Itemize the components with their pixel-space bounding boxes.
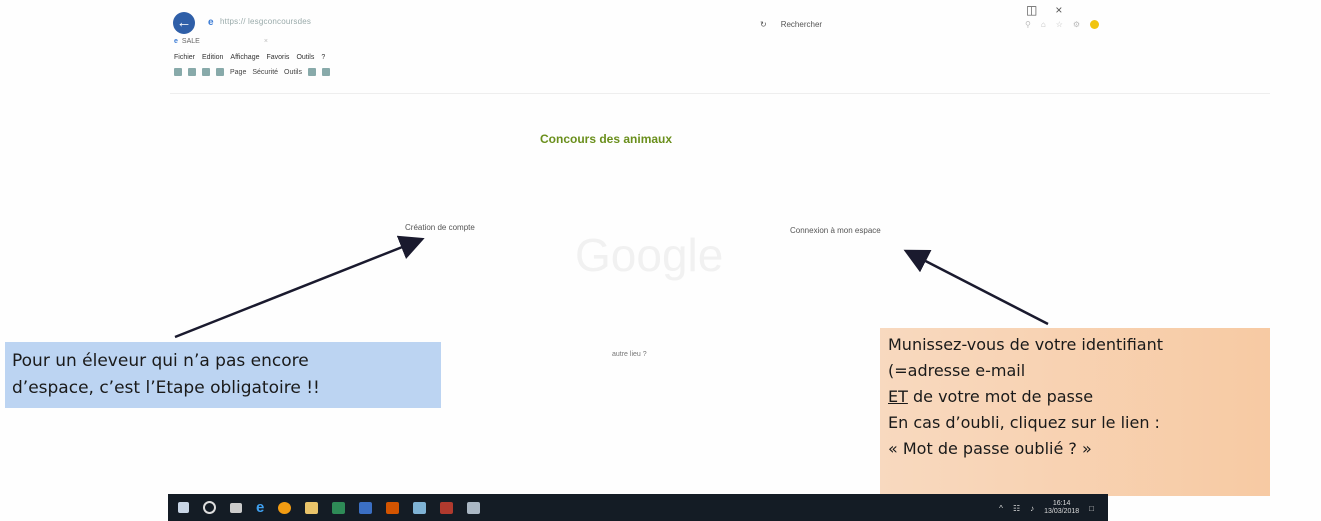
- menu-bar: Fichier Edition Affichage Favoris Outils…: [174, 54, 325, 61]
- tab-favicon-icon: e: [174, 38, 178, 45]
- tab-active[interactable]: e SALE ×: [174, 38, 268, 45]
- taskbar: e ^ ☷ ♪ 16:14 13/03/2018 □: [168, 494, 1108, 521]
- toolbar-right-icons: ⚲ ⌂ ☆ ⚙: [1025, 20, 1100, 29]
- ie-favicon-icon: e: [208, 17, 214, 28]
- arrow-right: [903, 249, 1049, 326]
- note-left-line-2: d’espace, c’est l’Etape obligatoire !!: [12, 378, 320, 398]
- internet-explorer-icon[interactable]: e: [256, 499, 264, 516]
- notifications-icon[interactable]: □: [1089, 504, 1094, 513]
- note-right-line-4: En cas d’oubli, cliquez sur le lien :: [888, 413, 1160, 432]
- note-left-box: Pour un éleveur qui n’a pas encore d’esp…: [5, 342, 441, 408]
- system-tray: ^ ☷ ♪ 16:14 13/03/2018 □: [999, 500, 1094, 516]
- note-right-line-1: Munissez-vous de votre identifiant: [888, 335, 1163, 354]
- google-watermark: Google: [575, 229, 724, 281]
- restore-icon[interactable]: ◫: [1026, 3, 1037, 17]
- browser-chrome: ← e https:// lesgconcoursdes e SALE × ↻ …: [170, 0, 1270, 100]
- menu-item-affichage[interactable]: Affichage: [230, 54, 259, 61]
- note-left-line-1: Pour un éleveur qui n’a pas encore: [12, 351, 309, 371]
- page-title: Concours des animaux: [540, 132, 673, 146]
- arrow-left: [174, 235, 425, 339]
- search-area[interactable]: ↻ Rechercher: [760, 20, 822, 29]
- menu-item-fichier[interactable]: Fichier: [174, 54, 195, 61]
- file-explorer-icon[interactable]: [305, 501, 319, 514]
- cmd-outils[interactable]: Outils: [284, 69, 302, 76]
- network-icon[interactable]: ☷: [1013, 504, 1020, 513]
- cmd-page[interactable]: Page: [230, 69, 246, 76]
- feeds-icon[interactable]: [188, 68, 196, 76]
- clock[interactable]: 16:14 13/03/2018: [1044, 500, 1079, 516]
- mail-icon[interactable]: [202, 68, 210, 76]
- tray-chevron-icon[interactable]: ^: [999, 504, 1003, 513]
- menu-item-favoris[interactable]: Favoris: [266, 54, 289, 61]
- feedback-smiley-icon[interactable]: [1090, 20, 1100, 29]
- tab-label: SALE: [181, 38, 200, 45]
- refresh-icon[interactable]: ↻: [760, 20, 767, 29]
- note-right-line-3-rest: de votre mot de passe: [907, 387, 1094, 406]
- search-icon[interactable]: ⚲: [1025, 20, 1031, 29]
- firefox-icon[interactable]: [278, 501, 292, 514]
- window-controls: ◫ ×: [1026, 3, 1062, 17]
- connect-account-link[interactable]: Connexion à mon espace: [790, 226, 881, 235]
- document-icon[interactable]: [467, 501, 481, 514]
- task-view-icon[interactable]: [230, 502, 242, 513]
- volume-icon[interactable]: ♪: [1030, 504, 1034, 513]
- word-icon[interactable]: [359, 501, 373, 514]
- command-bar: Page Sécurité Outils: [174, 68, 330, 76]
- network-app-icon[interactable]: [413, 501, 427, 514]
- search-label: Rechercher: [780, 20, 823, 29]
- address-bar[interactable]: https:// lesgconcoursdes: [220, 17, 311, 26]
- note-right-box: Munissez-vous de votre identifiant (=adr…: [880, 328, 1270, 496]
- star-icon[interactable]: ☆: [1056, 20, 1063, 29]
- note-right-et: ET: [888, 387, 908, 406]
- tab-close-icon[interactable]: ×: [264, 38, 268, 45]
- menu-item-help[interactable]: ?: [321, 54, 325, 61]
- home-cmd-icon[interactable]: [174, 68, 182, 76]
- clock-date: 13/03/2018: [1044, 508, 1080, 515]
- research-icon[interactable]: [321, 68, 330, 76]
- gear-icon[interactable]: ⚙: [1073, 20, 1080, 29]
- back-arrow-icon[interactable]: ←: [173, 12, 195, 34]
- note-right-line-2: (=adresse e-mail: [888, 361, 1026, 380]
- excel-icon[interactable]: [332, 501, 346, 514]
- menu-item-edition[interactable]: Edition: [202, 54, 223, 61]
- access-icon[interactable]: [440, 501, 454, 514]
- home-icon[interactable]: ⌂: [1041, 20, 1046, 29]
- clock-time: 16:14: [1052, 500, 1071, 507]
- cmd-securite[interactable]: Sécurité: [252, 69, 278, 76]
- note-right-line-5: « Mot de passe oublié ? »: [888, 439, 1092, 458]
- create-account-link[interactable]: Création de compte: [405, 223, 475, 232]
- powerpoint-icon[interactable]: [386, 501, 400, 514]
- help-icon[interactable]: [307, 68, 316, 76]
- windows-start-icon[interactable]: [178, 502, 189, 513]
- print-icon[interactable]: [216, 68, 224, 76]
- menu-item-outils[interactable]: Outils: [296, 54, 314, 61]
- close-icon[interactable]: ×: [1055, 3, 1062, 17]
- search-taskbar-icon[interactable]: [203, 501, 216, 514]
- page-separator: [170, 93, 1270, 94]
- footer-link[interactable]: autre lieu ?: [612, 351, 647, 358]
- note-right-line-3: ET de votre mot de passe: [888, 384, 1262, 410]
